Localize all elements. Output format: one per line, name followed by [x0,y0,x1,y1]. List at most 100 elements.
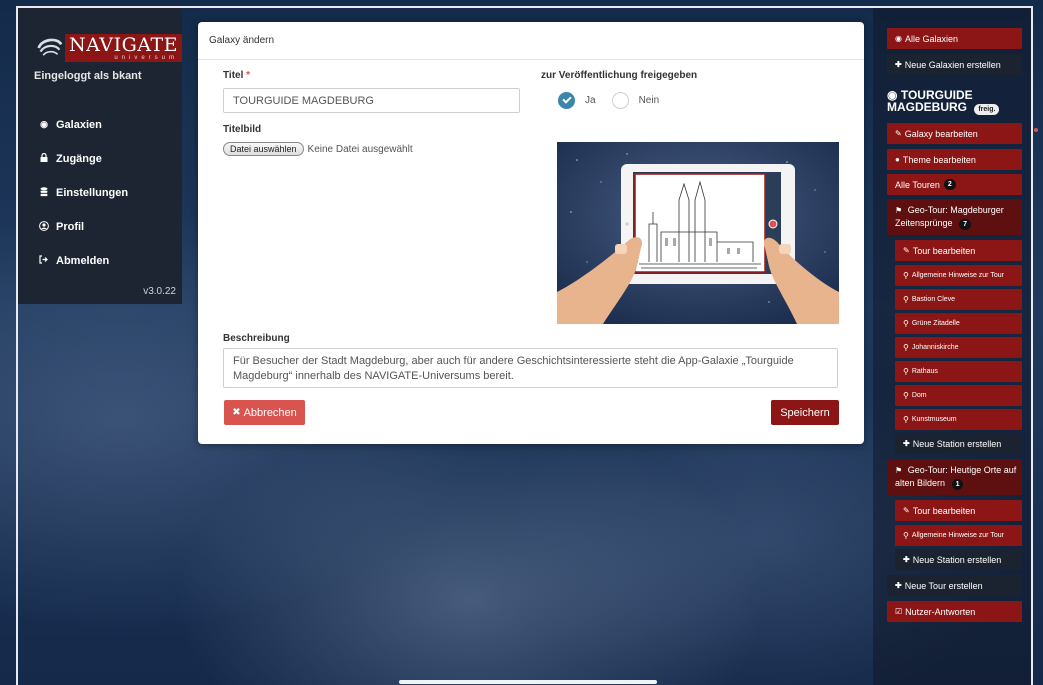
publish-no-radio[interactable] [611,92,629,109]
tour-1-station-item[interactable]: ⚲ Bastion Cleve [895,289,1022,310]
tour-edit-label: Tour bearbeiten [912,505,976,516]
plus-icon: ✚ [903,555,910,564]
galaxy-swirl-icon [37,38,63,56]
drop-icon: ● [895,155,900,164]
edit-galaxy-label: Galaxy bearbeiten [904,128,978,139]
target-icon: ◉ [895,34,902,43]
tour-1-station-item[interactable]: ⚲ Grüne Zitadelle [895,313,1022,334]
logout-icon [38,255,50,266]
new-station-label: Neue Station erstellen [912,554,1002,565]
file-picker: Datei auswählen Keine Datei ausgewählt [223,142,413,156]
target-icon: ◉ [40,119,48,129]
version-label: v3.0.22 [143,286,176,297]
new-tour-button[interactable]: ✚ Neue Tour erstellen [887,575,1022,596]
login-info: Eingeloggt als bkant [34,70,142,82]
tour-2-station-item[interactable]: ⚲ Allgemeine Hinweise zur Tour [895,525,1022,546]
left-sidebar: NAVIGATE universum Eingeloggt als bkant … [18,8,182,304]
edit-theme-button[interactable]: ● Theme bearbeiten [887,149,1022,170]
edit-galaxy-modal: Galaxy ändern Titel * zur Veröffentlichu… [198,22,864,444]
publish-no-label: Nein [638,95,660,106]
user-answers-button[interactable]: ☑ Nutzer-Antworten [887,601,1022,622]
new-station-label: Neue Station erstellen [912,438,1002,449]
file-choose-button[interactable]: Datei auswählen [223,142,304,156]
pencil-icon: ✎ [903,506,910,515]
tour-2-button[interactable]: ⚑ Geo-Tour: Heutige Orte auf alten Bilde… [887,459,1022,495]
publish-radio-group: Ja Nein [558,92,675,109]
close-icon: ✖ [232,407,241,418]
map-marker-icon: ⚲ [903,271,909,280]
count-badge: 7 [959,219,971,230]
station-label: Grüne Zitadelle [911,320,960,327]
map-marker-icon: ⚲ [903,391,909,400]
plus-icon: ✚ [903,439,910,448]
tour-1-station-item[interactable]: ⚲ Kunstmuseum [895,409,1022,430]
tour-1-station-item[interactable]: ⚲ Dom [895,385,1022,406]
nav-item-abmelden[interactable]: Abmelden [38,252,128,269]
nav-item-profil[interactable]: Profil [38,218,128,235]
signpost-icon: ⚑ [895,466,903,475]
new-galaxies-label: Neue Galaxien erstellen [904,59,1001,70]
signpost-icon: ⚑ [895,206,903,215]
lock-icon [38,152,50,164]
tour-1-button[interactable]: ⚑ Geo-Tour: Magdeburger Zeitensprünge 7 [887,199,1022,235]
count-badge: 2 [943,179,956,190]
station-label: Rathaus [911,368,938,375]
all-galaxies-button[interactable]: ◉ Alle Galaxien [887,28,1022,49]
new-galaxies-button[interactable]: ✚ Neue Galaxien erstellen [887,54,1022,75]
title-image-preview [557,142,839,324]
logo-title: NAVIGATE [68,34,178,56]
pencil-icon: ✎ [903,246,910,255]
station-label: Bastion Cleve [911,296,956,303]
description-textarea[interactable]: Für Besucher der Stadt Magdeburg, aber a… [223,348,838,388]
map-marker-icon: ⚲ [903,415,909,424]
logo-wordmark: NAVIGATE universum [64,34,182,62]
edit-galaxy-button[interactable]: ✎ Galaxy bearbeiten [887,123,1022,144]
nav-item-einstellungen[interactable]: Einstellungen [38,184,128,201]
map-marker-icon: ⚲ [903,367,909,376]
galaxy-heading: ◉ TOURGUIDE MAGDEBURG freig. [887,89,1027,115]
tour-2-edit-button[interactable]: ✎ Tour bearbeiten [895,500,1022,521]
database-icon [38,186,50,199]
title-input[interactable] [223,88,520,113]
active-indicator [1034,128,1038,132]
all-tours-button[interactable]: Alle Touren 2 [887,174,1022,195]
status-badge: freig. [974,104,1000,115]
tour-2-new-station-button[interactable]: ✚ Neue Station erstellen [895,549,1022,570]
tour-1-station-item[interactable]: ⚲ Johanniskirche [895,337,1022,358]
station-label: Allgemeine Hinweise zur Tour [911,272,1004,279]
new-tour-label: Neue Tour erstellen [904,580,983,591]
cancel-button-label: Abbrechen [243,406,297,419]
navigate-logo[interactable]: NAVIGATE universum [36,30,182,66]
tour-1-station-item[interactable]: ⚲ Allgemeine Hinweise zur Tour [895,265,1022,286]
tour-1-station-item[interactable]: ⚲ Rathaus [895,361,1022,382]
station-label: Dom [911,392,927,399]
cancel-button[interactable]: ✖ Abbrechen [224,400,305,425]
map-marker-icon: ⚲ [903,343,909,352]
map-marker-icon: ⚲ [903,295,909,304]
nav-item-label: Abmelden [56,254,110,267]
required-mark: * [246,70,251,81]
nav-item-zugaenge[interactable]: Zugänge [38,150,128,167]
home-indicator[interactable] [399,680,657,684]
galaxy-title: TOURGUIDE MAGDEBURG [887,88,973,114]
tour-1-new-station-button[interactable]: ✚ Neue Station erstellen [895,433,1022,454]
publish-label: zur Veröffentlichung freigegeben [541,70,698,81]
plus-icon: ✚ [895,581,902,590]
main-nav: ◉ Galaxien Zugänge Einstellungen Profil [38,116,128,286]
tour-1-edit-button[interactable]: ✎ Tour bearbeiten [895,240,1022,261]
nav-item-galaxien[interactable]: ◉ Galaxien [38,116,128,133]
nav-item-label: Profil [56,220,85,233]
count-badge: 1 [951,479,964,490]
edit-theme-label: Theme bearbeiten [902,154,976,165]
plus-icon: ✚ [895,60,902,69]
nav-item-label: Galaxien [56,118,102,131]
user-icon [38,220,50,233]
title-label: Titel * [223,70,250,81]
save-button[interactable]: Speichern [771,400,839,425]
pencil-icon: ✎ [895,129,902,138]
user-answers-label: Nutzer-Antworten [905,606,976,617]
station-label: Kunstmuseum [911,416,957,423]
publish-yes-radio[interactable] [558,92,575,109]
map-marker-icon: ⚲ [903,531,909,540]
file-status: Keine Datei ausgewählt [307,143,413,155]
